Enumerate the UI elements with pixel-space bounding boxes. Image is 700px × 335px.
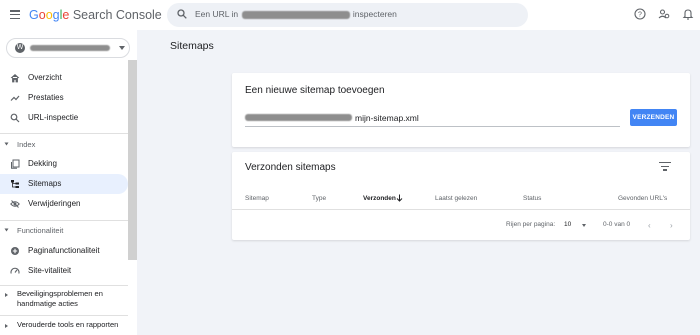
- submitted-sitemaps-card: Verzonden sitemaps Sitemap Type Verzonde…: [232, 152, 690, 240]
- chevron-right-icon[interactable]: ›: [670, 221, 673, 230]
- sidebar-item-overview[interactable]: Overzicht: [0, 68, 128, 88]
- card-title: Een nieuwe sitemap toevoegen: [245, 85, 385, 96]
- sitemap-url-value: mijn-sitemap.xml: [355, 113, 419, 123]
- chevron-right-icon: [5, 324, 8, 328]
- column-header-submitted[interactable]: Verzonden: [363, 195, 396, 202]
- column-header-last-read[interactable]: Laatst gelezen: [435, 195, 477, 202]
- chevron-down-icon: [119, 46, 125, 50]
- column-header-sitemap[interactable]: Sitemap: [245, 195, 269, 202]
- sitemap-url-input[interactable]: mijn-sitemap.xml: [245, 111, 620, 127]
- rows-per-page-label: Rijen per pagina:: [506, 221, 556, 228]
- column-header-type[interactable]: Type: [312, 195, 326, 202]
- home-icon: [10, 73, 20, 83]
- sidebar-item-sitemaps[interactable]: Sitemaps: [0, 174, 128, 194]
- redacted-domain: [241, 10, 350, 19]
- section-label: Verouderde tools en rapporten: [17, 320, 119, 329]
- sidebar-section-security[interactable]: Beveiligingsproblemen en handmatige acti…: [0, 289, 128, 311]
- sidebar-scrollbar[interactable]: [128, 60, 137, 260]
- menu-icon[interactable]: [10, 10, 20, 20]
- redacted-domain: [245, 114, 352, 121]
- notifications-icon[interactable]: [682, 8, 694, 20]
- expand-caret-icon: [4, 142, 9, 146]
- sidebar-item-page-experience[interactable]: Paginafunctionaliteit: [0, 241, 128, 261]
- filter-icon[interactable]: [659, 162, 671, 172]
- sitemap-icon: [11, 180, 19, 188]
- search-placeholder: Een URL in inspecteren: [195, 9, 397, 19]
- add-circle-icon: [11, 247, 19, 255]
- expand-caret-icon: [4, 228, 9, 232]
- google-logo-text: Google: [29, 8, 70, 22]
- top-app-bar: Google Search Console Een URL in inspect…: [0, 0, 700, 30]
- search-suffix: inspecteren: [352, 9, 397, 19]
- sidebar-item-url-inspection[interactable]: URL-inspectie: [0, 108, 128, 128]
- search-icon: [177, 9, 187, 19]
- search-icon: [10, 113, 20, 123]
- sidebar-item-label: Prestaties: [28, 93, 64, 102]
- pagination-range: 0-0 van 0: [603, 221, 631, 228]
- trending-up-icon: [10, 95, 20, 101]
- card-title: Verzonden sitemaps: [245, 162, 336, 173]
- sidebar-divider: [0, 315, 128, 316]
- sidebar-item-removals[interactable]: Verwijderingen: [0, 194, 128, 214]
- submit-button[interactable]: VERZENDEN: [630, 109, 677, 126]
- sidebar-divider: [0, 220, 128, 221]
- visibility-off-icon: [10, 200, 20, 208]
- file-copy-icon: [11, 159, 20, 169]
- help-icon[interactable]: ?: [634, 8, 646, 20]
- chevron-down-icon[interactable]: [582, 224, 586, 227]
- sidebar-item-label: Site-vitaliteit: [28, 266, 72, 275]
- svg-text:?: ?: [638, 12, 642, 19]
- sidebar-item-coverage[interactable]: Dekking: [0, 154, 128, 174]
- sort-arrow-down-icon[interactable]: [396, 194, 403, 202]
- sidebar-divider: [0, 285, 128, 286]
- rows-per-page-select[interactable]: 10: [564, 221, 571, 228]
- page-title: Sitemaps: [170, 40, 214, 52]
- section-label: Index: [17, 140, 36, 149]
- column-header-status[interactable]: Status: [523, 195, 541, 202]
- sidebar-item-label: Sitemaps: [28, 179, 62, 188]
- speed-icon: [10, 267, 20, 274]
- sidebar-item-performance[interactable]: Prestaties: [0, 88, 128, 108]
- section-label: Beveiligingsproblemen en handmatige acti…: [17, 289, 103, 308]
- sidebar-section-enhancements[interactable]: Functionaliteit: [0, 224, 128, 238]
- manage-users-icon[interactable]: [658, 8, 670, 20]
- product-logo[interactable]: Google Search Console: [29, 8, 162, 22]
- main-content: Sitemaps Een nieuwe sitemap toevoegen mi…: [137, 30, 700, 335]
- sidebar: W Overzicht Prestaties URL-inspectie Ind…: [0, 30, 137, 335]
- redacted-property-name: [30, 45, 110, 51]
- sidebar-item-label: URL-inspectie: [28, 113, 79, 122]
- add-sitemap-card: Een nieuwe sitemap toevoegen mijn-sitema…: [232, 73, 690, 147]
- sidebar-item-label: Overzicht: [28, 73, 62, 82]
- column-header-discovered-urls[interactable]: Gevonden URL's: [618, 195, 667, 202]
- sidebar-item-core-web-vitals[interactable]: Site-vitaliteit: [0, 261, 128, 281]
- chevron-left-icon[interactable]: ‹: [648, 221, 651, 230]
- sidebar-divider: [0, 133, 128, 134]
- search-prefix: Een URL in: [195, 9, 239, 19]
- table-header-divider: [232, 209, 690, 210]
- chevron-right-icon: [5, 293, 8, 297]
- url-inspect-search-bar[interactable]: Een URL in inspecteren: [167, 3, 528, 27]
- wordpress-icon: W: [15, 43, 25, 53]
- section-label: Functionaliteit: [17, 226, 64, 235]
- sidebar-item-label: Paginafunctionaliteit: [28, 246, 100, 255]
- sidebar-section-legacy-tools[interactable]: Verouderde tools en rapporten: [0, 320, 128, 332]
- sidebar-item-label: Verwijderingen: [28, 199, 81, 208]
- sidebar-item-label: Dekking: [28, 159, 57, 168]
- property-selector[interactable]: W: [6, 38, 130, 58]
- sidebar-section-index[interactable]: Index: [0, 138, 128, 152]
- product-name: Search Console: [72, 8, 162, 22]
